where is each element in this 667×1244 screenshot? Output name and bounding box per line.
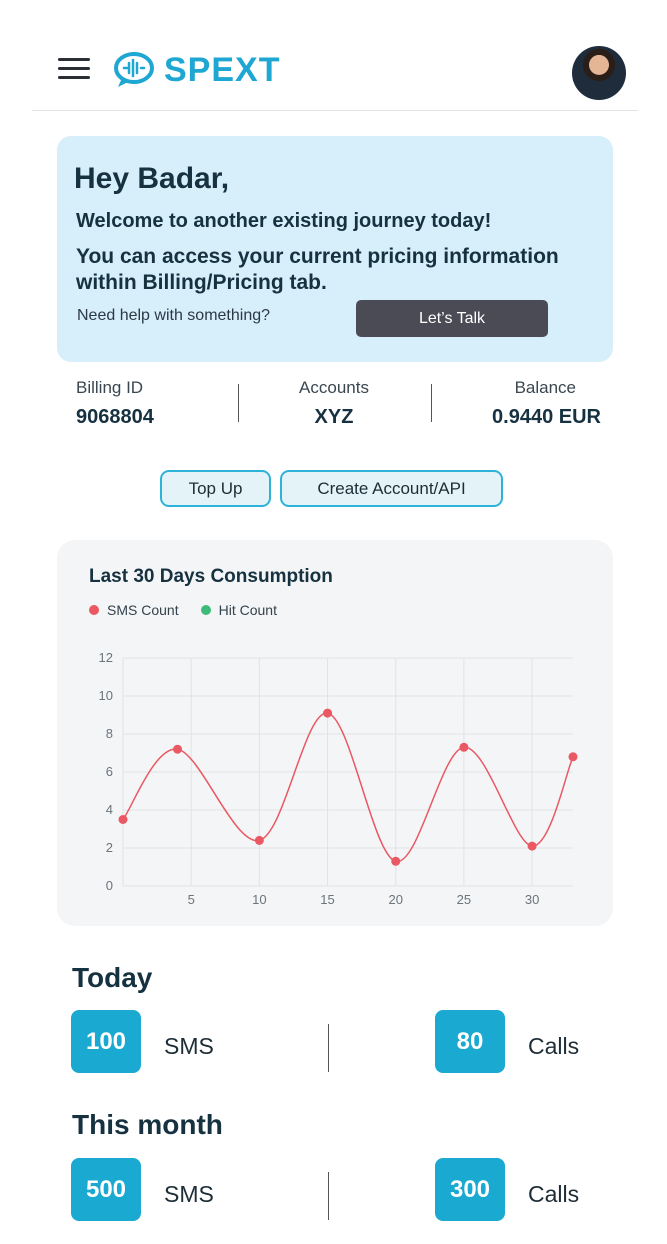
legend-sms-count[interactable]: SMS Count bbox=[89, 602, 179, 618]
x-tick-label: 5 bbox=[188, 892, 195, 907]
today-sms-label: SMS bbox=[164, 1033, 214, 1059]
y-tick-label: 8 bbox=[106, 726, 113, 741]
today-sms-count: 100 bbox=[71, 1010, 141, 1073]
waveform-chat-icon bbox=[114, 52, 154, 87]
data-point bbox=[459, 742, 469, 752]
header-divider bbox=[32, 110, 638, 111]
legend-dot-icon bbox=[200, 605, 211, 615]
x-tick-label: 10 bbox=[252, 892, 266, 907]
today-calls-count: 80 bbox=[435, 1010, 505, 1073]
usage-divider bbox=[328, 1024, 329, 1072]
data-point bbox=[527, 841, 537, 851]
x-tick-label: 25 bbox=[457, 892, 471, 907]
x-tick-label: 30 bbox=[525, 892, 539, 907]
balance-stat: Balance 0.9440 EUR bbox=[492, 378, 601, 429]
top-up-button[interactable]: Top Up bbox=[160, 470, 271, 507]
y-tick-label: 10 bbox=[99, 688, 113, 703]
data-point bbox=[568, 752, 578, 762]
app-header: SPEXT bbox=[0, 0, 667, 112]
series-line bbox=[122, 712, 574, 863]
help-text: Need help with something? bbox=[77, 307, 271, 324]
month-sms-count: 500 bbox=[71, 1158, 141, 1221]
usage-divider bbox=[328, 1172, 329, 1220]
chart-title: Last 30 Days Consumption bbox=[89, 566, 333, 587]
welcome-message: Welcome to another existing journey toda… bbox=[76, 210, 492, 232]
balance-label: Balance bbox=[514, 378, 576, 397]
stat-divider bbox=[431, 384, 432, 422]
data-point bbox=[391, 856, 401, 866]
hamburger-icon[interactable] bbox=[58, 58, 90, 82]
balance-value: 0.9440 EUR bbox=[492, 406, 601, 428]
month-heading: This month bbox=[72, 1109, 223, 1140]
legend-label: Hit Count bbox=[218, 602, 277, 618]
billing-id-label: Billing ID bbox=[76, 378, 144, 397]
stat-divider bbox=[238, 384, 239, 422]
data-point bbox=[323, 708, 333, 718]
y-tick-label: 6 bbox=[106, 764, 113, 779]
pricing-info-message: You can access your current pricing info… bbox=[76, 245, 559, 294]
legend-hit-count[interactable]: Hit Count bbox=[200, 602, 277, 618]
accounts-stat: Accounts XYZ bbox=[274, 378, 394, 429]
billing-id-stat: Billing ID 9068804 bbox=[76, 378, 154, 429]
legend-dot-icon bbox=[89, 605, 99, 615]
consumption-chart-card: 0 2 4 6 8 10 12 5 10 15 20 25 30 Last 30 Days Consum… bbox=[57, 540, 613, 926]
data-point bbox=[118, 815, 128, 824]
x-tick-label: 15 bbox=[320, 892, 334, 907]
accounts-label: Accounts bbox=[299, 378, 369, 397]
month-sms-label: SMS bbox=[164, 1181, 214, 1207]
brand-name: SPEXT bbox=[164, 50, 281, 89]
y-tick-label: 0 bbox=[106, 878, 113, 893]
billing-id-value: 9068804 bbox=[76, 406, 154, 428]
legend-label: SMS Count bbox=[107, 602, 179, 618]
user-avatar[interactable] bbox=[572, 46, 626, 100]
y-tick-label: 2 bbox=[106, 840, 113, 855]
y-tick-label: 12 bbox=[99, 650, 113, 665]
data-point bbox=[254, 835, 264, 845]
y-tick-label: 4 bbox=[106, 802, 113, 817]
today-heading: Today bbox=[72, 962, 153, 993]
month-calls-count: 300 bbox=[435, 1158, 505, 1221]
today-calls-label: Calls bbox=[528, 1033, 580, 1059]
welcome-card: Hey Badar, Welcome to another existing j… bbox=[57, 136, 613, 362]
x-tick-label: 20 bbox=[388, 892, 402, 907]
greeting-heading: Hey Badar, bbox=[74, 162, 230, 195]
accounts-value: XYZ bbox=[314, 406, 354, 428]
create-account-api-button[interactable]: Create Account/API bbox=[280, 470, 503, 507]
data-point bbox=[173, 744, 183, 754]
brand-logo[interactable]: SPEXT bbox=[112, 48, 280, 92]
chart-legend: SMS Count Hit Count bbox=[89, 602, 299, 618]
lets-talk-button[interactable]: Let’s Talk bbox=[356, 300, 548, 337]
month-calls-label: Calls bbox=[528, 1181, 580, 1207]
consumption-chart: 0 2 4 6 8 10 12 5 10 15 20 25 30 bbox=[99, 650, 578, 907]
